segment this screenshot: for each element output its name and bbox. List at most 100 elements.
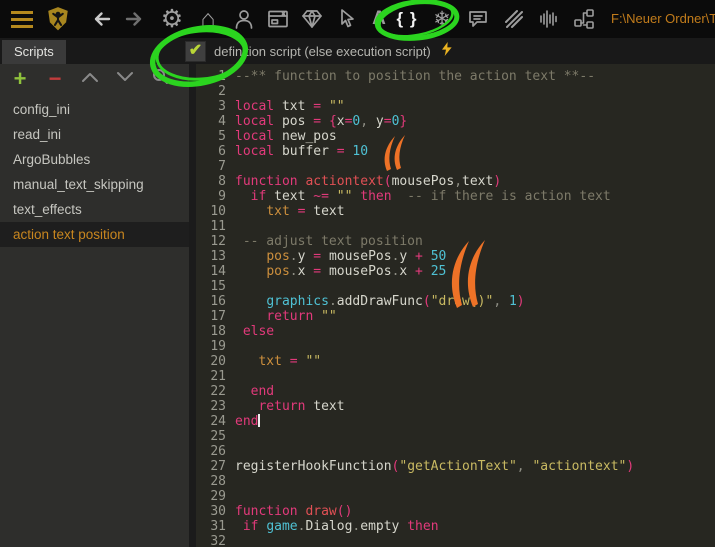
code-line[interactable]: 21	[196, 369, 715, 384]
scripts-sidebar: + − config_ini read_ini ArgoBubbles manual_…	[0, 64, 189, 547]
text-cursor	[258, 414, 261, 427]
person-icon	[235, 10, 253, 29]
code-line[interactable]: 14 pos.x = mousePos.x + 25	[196, 264, 715, 279]
line-number: 1	[218, 69, 226, 84]
line-number: 27	[210, 459, 226, 474]
code-line[interactable]: 30 function draw()	[196, 504, 715, 519]
decals-button[interactable]	[498, 2, 530, 36]
line-number: 18	[210, 324, 226, 339]
code-line[interactable]: 25	[196, 429, 715, 444]
line-number: 22	[210, 384, 226, 399]
gear-icon: ⚙	[160, 4, 184, 33]
code-lines: 1 --** function to position the action te…	[196, 64, 715, 547]
script-list: config_ini read_ini ArgoBubbles manual_text…	[0, 97, 189, 247]
code-line[interactable]: 13 pos.y = mousePos.y + 50	[196, 249, 715, 264]
sidebar-divider[interactable]	[189, 64, 196, 547]
check-icon: ✔	[188, 42, 203, 59]
line-number: 11	[210, 219, 226, 234]
line-number: 30	[210, 504, 226, 519]
gem-shop-button[interactable]	[296, 2, 328, 36]
code-line[interactable]: 17 return ""	[196, 309, 715, 324]
line-number: 19	[210, 339, 226, 354]
code-line[interactable]: 18 else	[196, 324, 715, 339]
code-line[interactable]: 27 registerHookFunction("getActionText", …	[196, 459, 715, 474]
pointer-tool-button[interactable]	[331, 2, 363, 36]
home-button[interactable]: ⌂	[192, 2, 224, 36]
snowflake-icon: ❄	[433, 7, 451, 31]
code-line[interactable]: 4 local pos = {x=0, y=0}	[196, 114, 715, 129]
line-number: 7	[218, 159, 226, 174]
speech-bubble-icon	[469, 11, 487, 27]
menu-icon[interactable]	[6, 2, 38, 36]
code-line[interactable]: 2	[196, 84, 715, 99]
code-line[interactable]: 16 graphics.addDrawFunc("draw()", 1)	[196, 294, 715, 309]
code-line[interactable]: 9 if text ~= "" then -- if there is acti…	[196, 189, 715, 204]
code-line[interactable]: 19	[196, 339, 715, 354]
remove-script-button[interactable]: −	[45, 67, 65, 90]
sidebar-item[interactable]: config_ini	[0, 97, 189, 122]
forward-button[interactable]	[118, 2, 150, 36]
line-number: 23	[210, 399, 226, 414]
back-button[interactable]	[86, 2, 118, 36]
line-number: 31	[210, 519, 226, 534]
app-logo-icon[interactable]	[42, 2, 74, 36]
move-down-button[interactable]	[115, 70, 135, 88]
letter-a-icon: A	[372, 8, 386, 29]
sidebar-item[interactable]: text_effects	[0, 197, 189, 222]
chevron-up-icon	[82, 72, 98, 82]
sidebar-item[interactable]: action text position	[0, 222, 189, 247]
code-editor[interactable]: 1 --** function to position the action te…	[196, 64, 715, 547]
code-line[interactable]: 28	[196, 474, 715, 489]
code-line[interactable]: 11	[196, 219, 715, 234]
add-script-button[interactable]: +	[10, 67, 30, 90]
line-number: 21	[210, 369, 226, 384]
code-line[interactable]: 5 local new_pos	[196, 129, 715, 144]
components-button[interactable]	[568, 2, 600, 36]
code-line[interactable]: 32	[196, 534, 715, 547]
code-line[interactable]: 8 function actiontext(mousePos,text)	[196, 174, 715, 189]
code-line[interactable]: 10 txt = text	[196, 204, 715, 219]
line-number: 3	[218, 99, 226, 114]
dialog-window-button[interactable]	[262, 2, 294, 36]
code-line[interactable]: 1 --** function to position the action te…	[196, 69, 715, 84]
code-line[interactable]: 23 return text	[196, 399, 715, 414]
sidebar-item[interactable]: read_ini	[0, 122, 189, 147]
code-line[interactable]: 24 end	[196, 414, 715, 429]
file-path: F:\Neuer Ordner\T	[611, 11, 715, 26]
line-number: 13	[210, 249, 226, 264]
tab-scripts[interactable]: Scripts	[2, 40, 66, 64]
code-line[interactable]: 6 local buffer = 10	[196, 144, 715, 159]
window-icon	[268, 10, 288, 28]
code-line[interactable]: 29	[196, 489, 715, 504]
line-number: 2	[218, 84, 226, 99]
code-line[interactable]: 31 if game.Dialog.empty then	[196, 519, 715, 534]
code-line[interactable]: 12 -- adjust text position	[196, 234, 715, 249]
code-line[interactable]: 7	[196, 159, 715, 174]
line-number: 8	[218, 174, 226, 189]
shield-logo-icon	[48, 7, 68, 31]
code-line[interactable]: 3 local txt = ""	[196, 99, 715, 114]
definition-script-checkbox[interactable]: ✔	[185, 40, 206, 62]
freeze-button[interactable]: ❄	[426, 2, 458, 36]
arrow-left-icon	[94, 12, 111, 26]
scripting-button[interactable]: { }	[391, 2, 423, 36]
cursor-icon	[341, 9, 354, 28]
line-number: 32	[210, 534, 226, 547]
code-line[interactable]: 22 end	[196, 384, 715, 399]
sidebar-item[interactable]: ArgoBubbles	[0, 147, 189, 172]
tab-bar: Scripts ✔ definition script (else execut…	[0, 38, 715, 64]
chat-button[interactable]	[462, 2, 494, 36]
line-number: 16	[210, 294, 226, 309]
line-number: 25	[210, 429, 226, 444]
settings-button[interactable]: ⚙	[156, 2, 188, 36]
player-button[interactable]	[228, 2, 260, 36]
move-up-button[interactable]	[80, 70, 100, 88]
waveform-icon	[540, 10, 557, 28]
code-line[interactable]: 20 txt = ""	[196, 354, 715, 369]
search-button[interactable]	[150, 67, 170, 90]
code-line[interactable]: 15	[196, 279, 715, 294]
code-line[interactable]: 26	[196, 444, 715, 459]
sidebar-item[interactable]: manual_text_skipping	[0, 172, 189, 197]
execute-script-button[interactable]	[439, 40, 455, 63]
sound-button[interactable]	[533, 2, 565, 36]
